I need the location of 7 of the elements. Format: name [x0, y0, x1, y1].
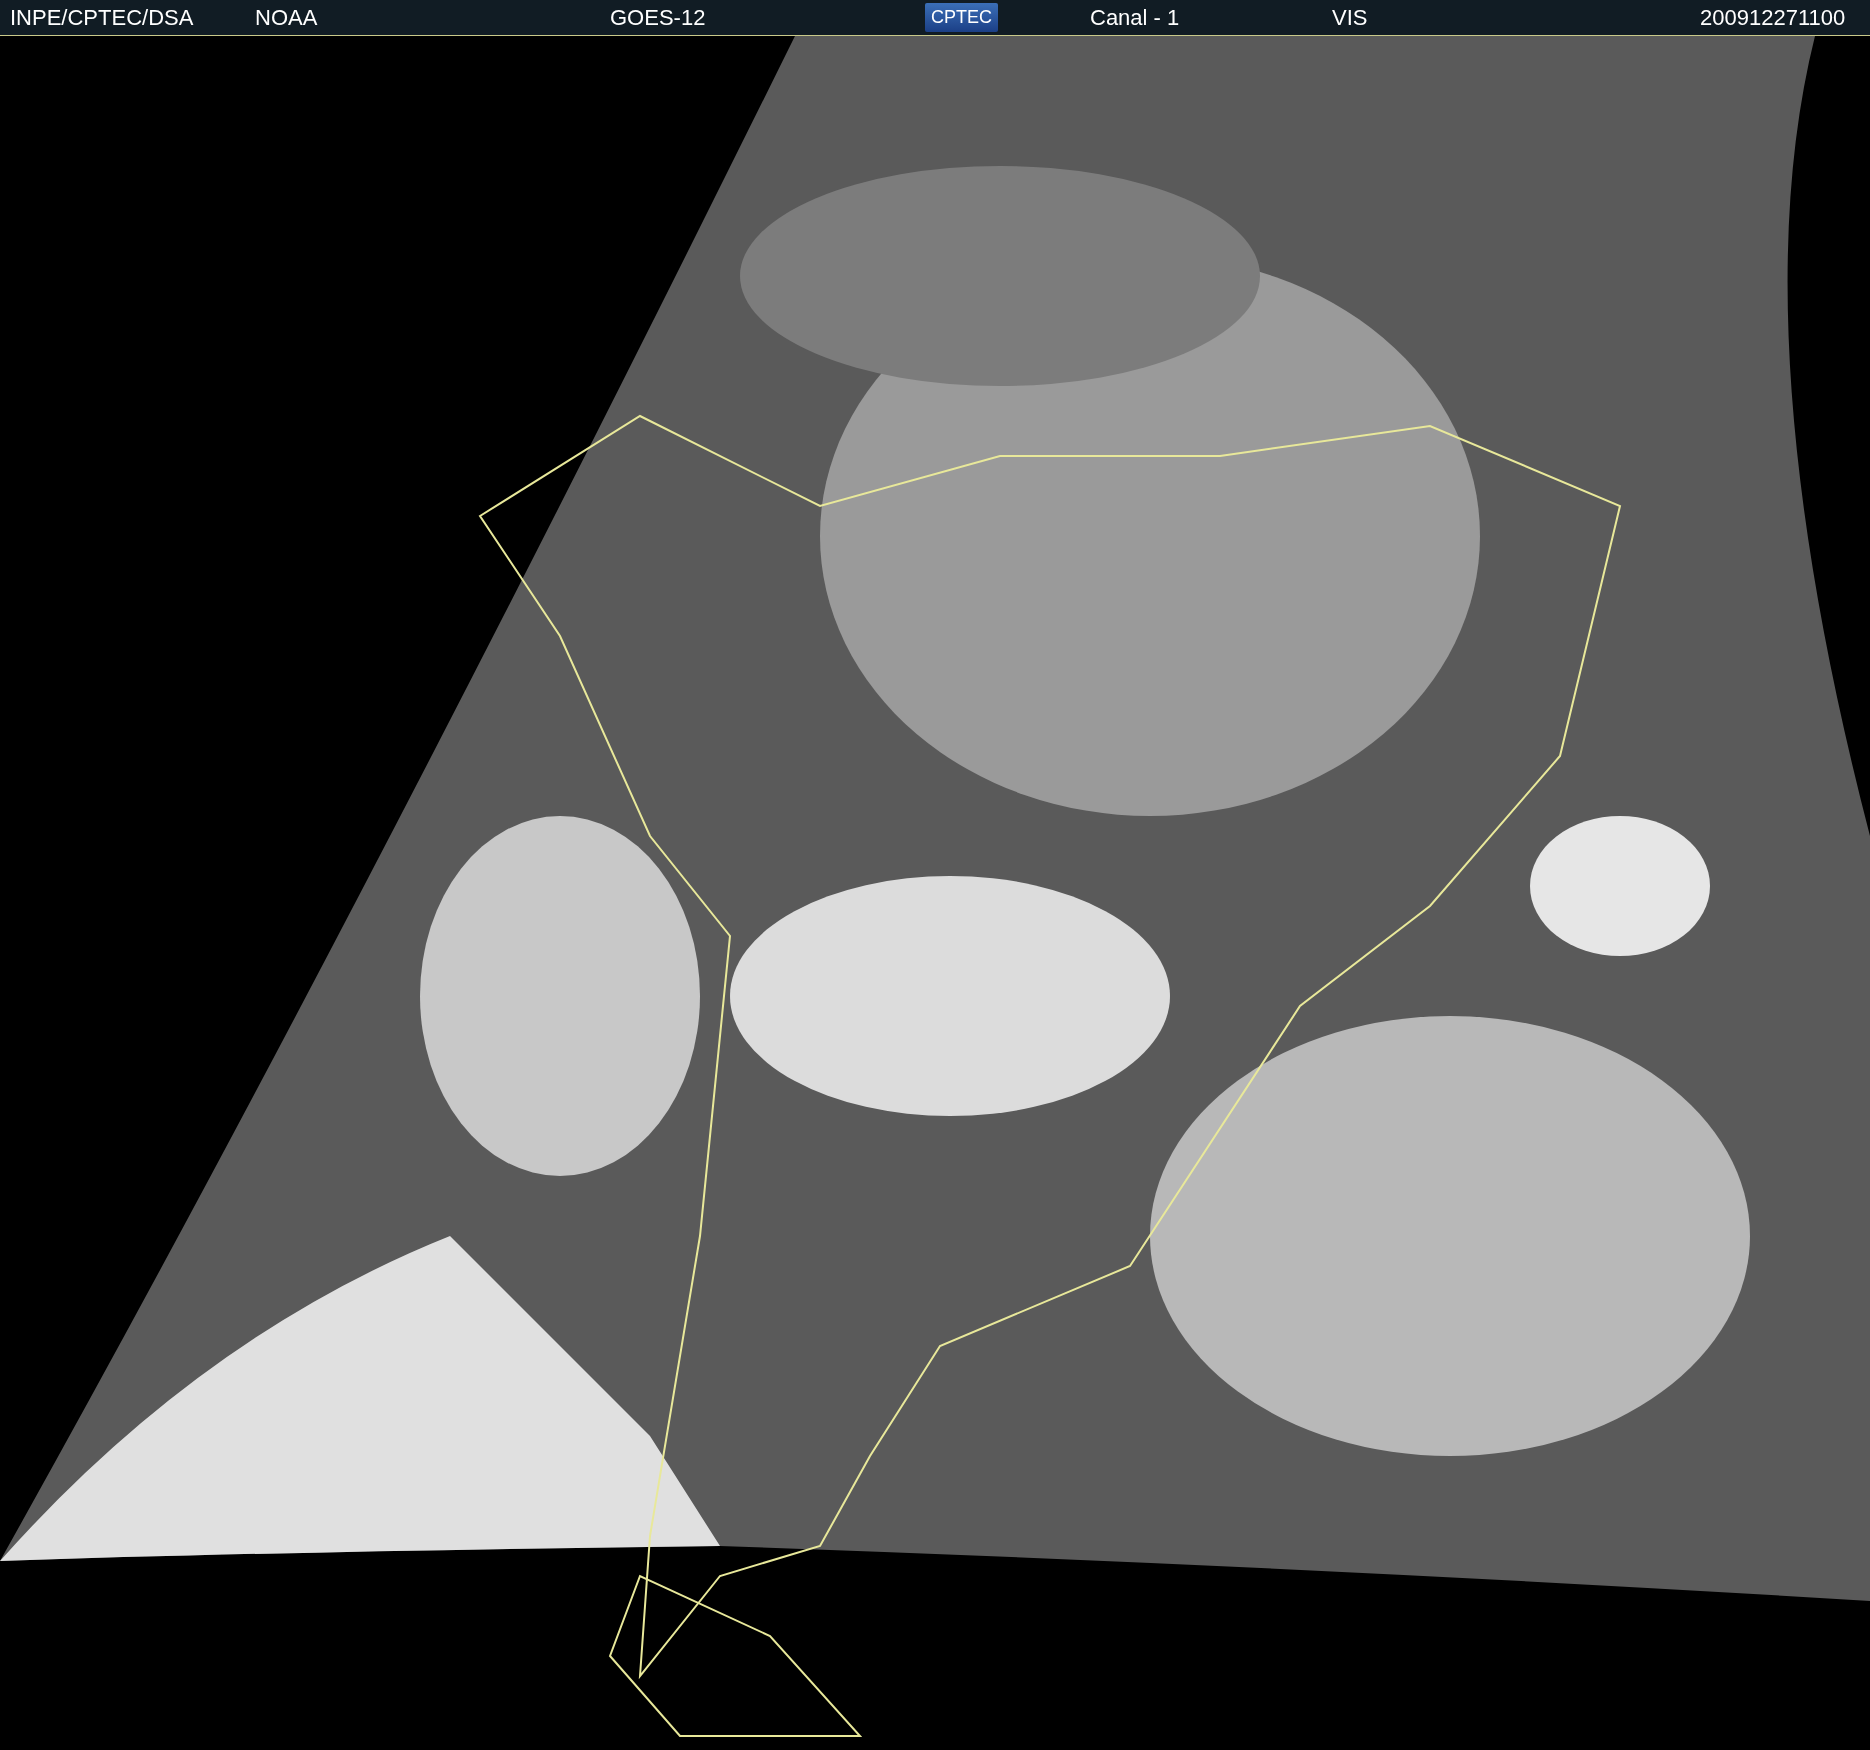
logo: CPTEC [925, 3, 998, 32]
header-text: GOES-12 [610, 4, 706, 31]
header-text: NOAA [255, 4, 318, 31]
header-text: VIS [1332, 4, 1368, 31]
header-text: INPE/CPTEC/DSA [10, 4, 194, 31]
header-text: Canal - 1 [1090, 4, 1180, 31]
header-text: 200912271100 [1700, 4, 1846, 31]
